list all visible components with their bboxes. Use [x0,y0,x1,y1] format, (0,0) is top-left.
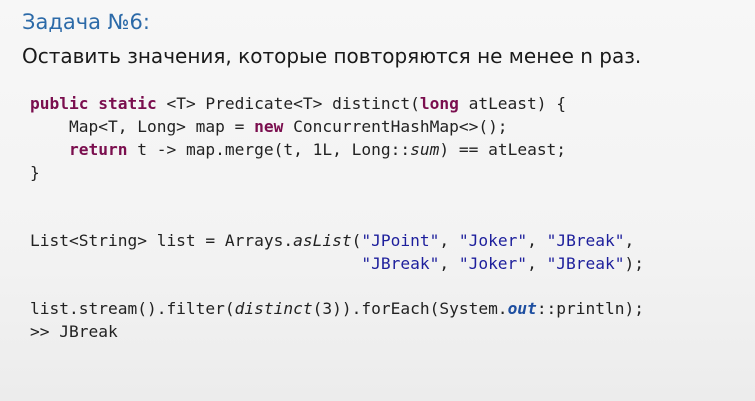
code-block-distinct: public static <T> Predicate<T> distinct(… [30,92,566,184]
code-line: return t -> map.merge(t, 1L, Long::sum) … [30,140,566,159]
code-block-stream: list.stream().filter(distinct(3)).forEac… [30,297,644,343]
code-text: <T> Predicate<T> distinct( [156,94,420,113]
code-text: (3)).forEach(System. [312,299,508,318]
code-static-method: asList [293,231,352,250]
code-keyword: public static [30,94,157,113]
code-line: } [30,163,40,182]
slide: Задача №6: Оставить значения, которые по… [0,0,755,401]
code-method-call: distinct [234,299,313,318]
code-text: ); [624,254,645,273]
code-block-list: List<String> list = Arrays.asList("JPoin… [30,229,644,275]
code-string: "JBreak" [361,254,440,273]
code-text: ConcurrentHashMap<>(); [283,117,508,136]
code-line: public static <T> Predicate<T> distinct(… [30,94,566,113]
code-line: List<String> list = Arrays.asList("JPoin… [30,231,634,250]
code-text: , [527,231,547,250]
code-text: , [624,231,635,250]
code-static-field: out [507,299,537,318]
code-text: , [439,254,459,273]
code-keyword: new [254,117,284,136]
code-keyword: long [419,94,459,113]
code-text: list.stream().filter( [30,299,235,318]
code-string: "JBreak" [546,231,625,250]
code-line: list.stream().filter(distinct(3)).forEac… [30,299,644,318]
code-text: t -> map.merge(t, 1L, Long:: [127,140,411,159]
code-method-ref: sum [410,140,440,159]
code-string: "JPoint" [361,231,440,250]
slide-subtitle: Оставить значения, которые повторяются н… [22,44,642,68]
code-keyword: return [30,140,128,159]
code-output-line: >> JBreak [30,322,118,341]
code-text: , [527,254,547,273]
code-line: "JBreak", "Joker", "JBreak"); [30,254,644,273]
code-text: atLeast) { [458,94,567,113]
code-text: List<String> list = Arrays. [30,231,294,250]
code-text: ) == atLeast; [439,140,567,159]
code-string: "Joker" [458,231,528,250]
code-text: Map<T, Long> map = [30,117,255,136]
slide-title: Задача №6: [22,10,150,34]
code-text: ::println); [536,299,645,318]
code-string: "Joker" [458,254,528,273]
code-line: Map<T, Long> map = new ConcurrentHashMap… [30,117,508,136]
code-text: ( [351,231,362,250]
code-text: , [439,231,459,250]
code-string: "JBreak" [546,254,625,273]
